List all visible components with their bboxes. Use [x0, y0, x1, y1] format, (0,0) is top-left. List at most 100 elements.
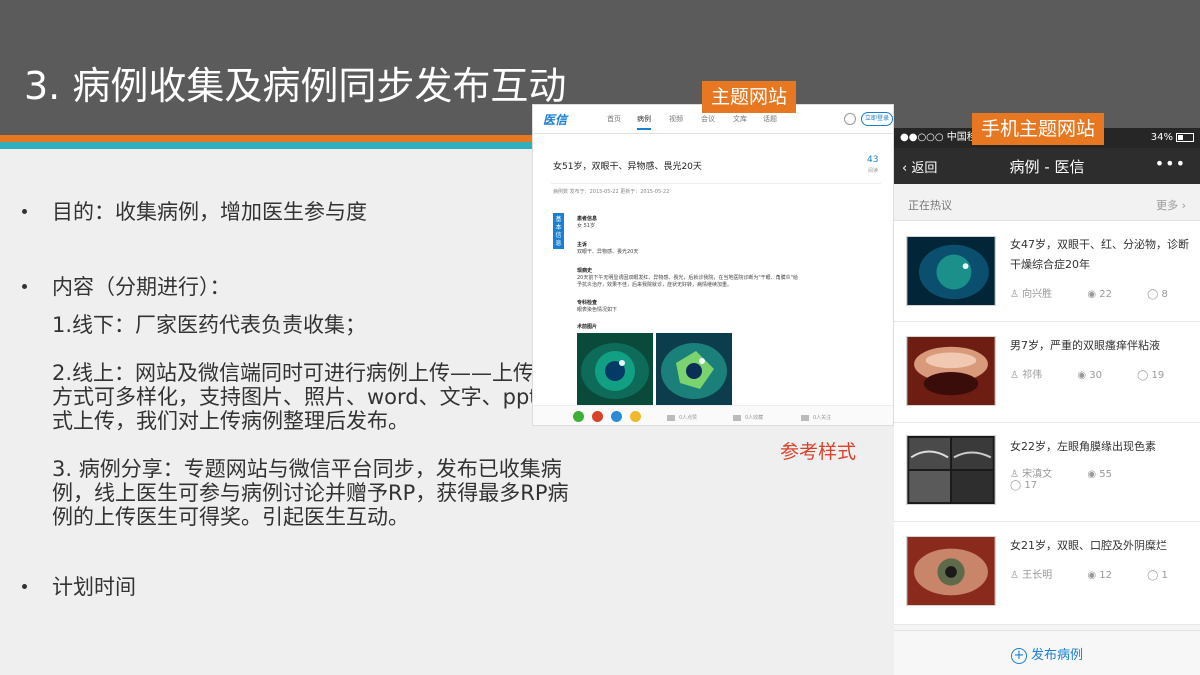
eye-photo-1[interactable] [577, 333, 653, 405]
section-images: 术前图片 [577, 323, 817, 330]
eye-photo-2[interactable] [656, 333, 732, 405]
sub-offline: 1.线下：厂家医药代表负责收集； [52, 313, 367, 337]
battery-indicator: 34% [1151, 128, 1194, 148]
view-count: 43 [867, 155, 879, 165]
comment-count: 1 [1161, 570, 1168, 581]
case-title: 女22岁，左眼角膜缘出现色素 [1010, 440, 1156, 453]
post-label: 发布病例 [1030, 648, 1083, 663]
section-heading: 术前图片 [577, 324, 598, 330]
info-side-tab[interactable]: 基本信息 [553, 213, 564, 249]
sub-online: 2.线上：网站及微信端同时可进行病例上传——上传病例方式可多样化，支持图片、照片… [52, 361, 580, 433]
hot-header: 正在热议 更多 › [894, 184, 1200, 221]
follow-action[interactable]: 0人关注 [801, 414, 831, 421]
site-nav-topics[interactable]: 话题 [763, 114, 777, 124]
site-nav-library[interactable]: 文库 [733, 114, 747, 124]
post-case-button[interactable]: + 发布病例 [894, 644, 1200, 664]
views: ◉ 12 [1087, 570, 1112, 581]
case-meta: 病例数 发布于：2015-05-22 更新于：2015-05-22 [553, 189, 670, 195]
case-item[interactable]: 女22岁，左眼角膜缘出现色素 ♙ 宋滇文 ◉ 55 ◯ 17 [894, 423, 1200, 522]
case-item[interactable]: 女47岁，双眼干、红、分泌物，诊断干燥综合症20年 ♙ 向兴胜 ◉ 22 ◯ 8 [894, 221, 1200, 322]
case-meta: ♙ 宋滇文 ◉ 55 ◯ 17 [1010, 465, 1200, 491]
battery-icon [1176, 132, 1194, 142]
author-name: 宋滇文 [1022, 469, 1053, 480]
author: ♙ 祁伟 [1010, 366, 1058, 381]
website-mockup: 医信 首页 病例 视频 会议 文库 话题 立即登录 女51岁，双眼干、异物感、畏… [532, 104, 894, 426]
comments: ◯ 17 [1010, 480, 1038, 491]
case-meta: ♙ 祁伟 ◉ 30 ◯ 19 [1010, 366, 1196, 381]
view-count: 22 [1099, 289, 1112, 300]
phone-navbar: ‹ 返回 病例 - 医信 ••• [894, 148, 1200, 184]
like-action[interactable]: 0人点赞 [667, 414, 697, 421]
case-thumbnail [906, 536, 996, 606]
section-patient: 患者信息 女 51岁 [577, 215, 817, 229]
comments: ◯ 1 [1147, 570, 1168, 581]
comment-count: 17 [1024, 480, 1038, 491]
more-link[interactable]: 更多 › [1156, 197, 1186, 213]
post-bar: + 发布病例 [894, 630, 1200, 675]
site-nav-cases[interactable]: 病例 [637, 114, 651, 130]
bullet-text: 目的：收集病例，增加医生参与度 [52, 200, 367, 224]
follow-icon [801, 414, 809, 421]
view-count: 30 [1089, 370, 1102, 381]
case-item[interactable]: 男7岁，严重的双眼瘙痒伴粘液 ♙ 祁伟 ◉ 30 ◯ 19 [894, 322, 1200, 423]
more-label: 更多 [1156, 199, 1179, 212]
author: ♙ 向兴胜 [1010, 285, 1068, 300]
case-title: 女21岁，双眼、口腔及外阴糜烂 [1010, 539, 1167, 552]
views: ◉ 55 [1087, 469, 1112, 480]
login-button[interactable]: 立即登录 [861, 112, 893, 126]
favorite-count: 0人收藏 [745, 415, 764, 421]
battery-percent: 34% [1150, 132, 1173, 143]
author-name: 向兴胜 [1022, 289, 1053, 300]
slide-title: 3. 病例收集及病例同步发布互动 [24, 64, 567, 108]
case-thumbnail [906, 435, 996, 505]
section-text: 双眼干、异物感、畏光20天 [577, 249, 639, 255]
favorite-action[interactable]: 0人收藏 [733, 414, 763, 421]
weibo-icon[interactable] [592, 411, 603, 422]
case-title: 男7岁，严重的双眼瘙痒伴粘液 [1010, 339, 1160, 352]
case-title: 女51岁，双眼干、异物感、畏光20天 [553, 162, 702, 172]
search-icon[interactable] [844, 113, 856, 125]
bullet-text: 内容（分期进行）： [52, 275, 231, 299]
site-nav-video[interactable]: 视频 [669, 114, 683, 124]
section-heading: 患者信息 [577, 216, 598, 222]
comment-count: 19 [1151, 370, 1165, 381]
author: ♙ 宋滇文 [1010, 465, 1068, 480]
section-heading: 专科检查 [577, 300, 598, 306]
site-logo[interactable]: 医信 [543, 111, 567, 128]
bullet-purpose: 目的：收集病例，增加医生参与度 [22, 200, 582, 224]
bullet-plan: 计划时间 [22, 575, 582, 599]
like-count: 0人点赞 [679, 415, 698, 421]
sub-share: 3. 病例分享：专题网站与微信平台同步，发布已收集病例，线上医生可参与病例讨论并… [52, 457, 569, 529]
section-heading: 现病史 [577, 268, 593, 274]
site-nav-home[interactable]: 首页 [607, 114, 621, 124]
plus-icon: + [1010, 647, 1027, 664]
follow-count: 0人关注 [813, 415, 832, 421]
wechat-icon[interactable] [573, 411, 584, 422]
author: ♙ 王长明 [1010, 566, 1068, 581]
section-heading: 主诉 [577, 242, 588, 248]
qzone-icon[interactable] [630, 411, 641, 422]
section-text: 20天前下午无明显诱因双眼发红、异物感、畏光，后就诊我院，在当地医院诊断为"干眼… [577, 275, 798, 288]
bullet-dot [22, 209, 27, 214]
view-count: 55 [1099, 469, 1112, 480]
bullet-content: 内容（分期进行）： [22, 275, 582, 299]
mobile-site-tag: 手机主题网站 [972, 113, 1105, 145]
qq-icon[interactable] [611, 411, 622, 422]
heart-icon [733, 414, 741, 421]
comments: ◯ 8 [1147, 289, 1168, 300]
section-complaint: 主诉 双眼干、异物感、畏光20天 [577, 241, 817, 255]
view-count: 12 [1099, 570, 1112, 581]
views: ◉ 30 [1077, 370, 1102, 381]
author-name: 王长明 [1022, 570, 1053, 581]
case-meta: ♙ 向兴胜 ◉ 22 ◯ 8 [1010, 285, 1200, 300]
more-icon[interactable]: ••• [1155, 154, 1186, 173]
phone-mockup: ●●○○○ 中国移动 34% ‹ 返回 病例 - 医信 ••• 正在热议 更多 … [894, 128, 1200, 675]
view-count-label: 阅读 [868, 168, 879, 174]
site-nav-meeting[interactable]: 会议 [701, 114, 715, 124]
comments: ◯ 19 [1137, 370, 1165, 381]
website-tag: 主题网站 [702, 81, 797, 113]
case-meta: ♙ 王长明 ◉ 12 ◯ 1 [1010, 566, 1200, 581]
section-text: 女 51岁 [577, 223, 595, 229]
case-item[interactable]: 女21岁，双眼、口腔及外阴糜烂 ♙ 王长明 ◉ 12 ◯ 1 [894, 522, 1200, 625]
hot-label: 正在热议 [908, 199, 952, 212]
